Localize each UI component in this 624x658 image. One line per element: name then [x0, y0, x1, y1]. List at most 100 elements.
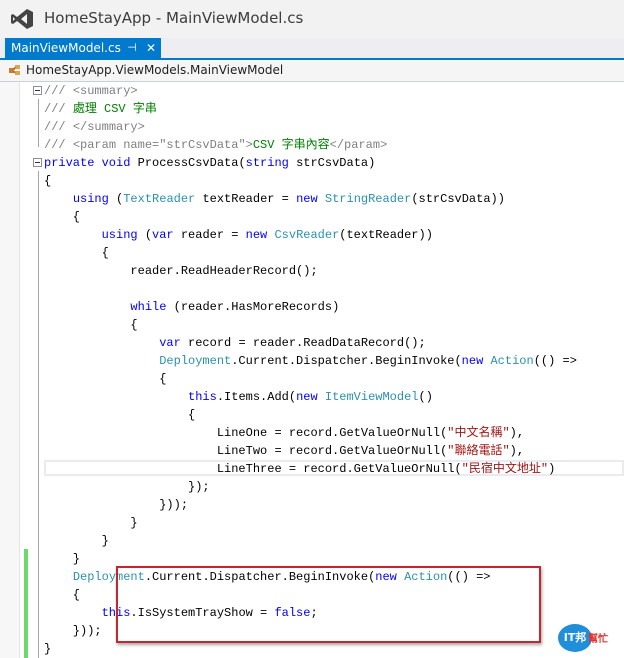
code-token: new: [461, 354, 491, 368]
code-token: {: [44, 246, 109, 260]
code-token: reader =: [180, 228, 246, 242]
code-token: CSV 字串內容: [252, 138, 330, 152]
code-token: (: [144, 228, 153, 242]
code-line[interactable]: /// 處理 CSV 字串: [44, 100, 157, 118]
code-token: {: [44, 318, 138, 332]
tab-mainviewmodel[interactable]: MainViewModel.cs ⊣ ✕: [5, 38, 161, 58]
code-line[interactable]: /// <summary>: [44, 82, 138, 100]
code-token: ),: [509, 444, 525, 458]
code-token: ItemViewModel: [324, 390, 419, 404]
code-token: new: [296, 192, 325, 206]
code-line[interactable]: Deployment.Current.Dispatcher.BeginInvok…: [44, 352, 577, 370]
code-token: "聯絡電話": [447, 444, 510, 458]
code-line[interactable]: }: [44, 514, 138, 532]
outline-guide: [38, 171, 39, 658]
code-token: var: [159, 336, 189, 350]
code-token: ///: [44, 120, 73, 134]
code-line[interactable]: /// </summary>: [44, 118, 145, 136]
visual-studio-logo-icon: [11, 9, 33, 29]
document-tab-strip: MainViewModel.cs ⊣ ✕: [0, 38, 624, 60]
code-token: }: [44, 642, 52, 656]
code-token: {: [44, 588, 81, 602]
code-token: {: [44, 408, 196, 422]
code-token: (reader.HasMoreRecords): [173, 300, 340, 314]
code-line[interactable]: {: [44, 316, 138, 334]
code-line[interactable]: LineThree = record.GetValueOrNull("民宿中文地…: [44, 460, 555, 478]
code-token: Action: [490, 354, 534, 368]
class-icon: [9, 65, 20, 75]
code-token: {: [44, 372, 167, 386]
code-token: "民宿中文地址": [461, 462, 549, 476]
title-bar: HomeStayApp - MainViewModel.cs: [0, 0, 624, 38]
ithome-watermark-logo: IT邦 幫忙: [556, 624, 618, 654]
code-token: LineThree = record.GetValueOrNull(: [44, 462, 462, 476]
code-line[interactable]: /// <param name="strCsvData">CSV 字串內容</p…: [44, 136, 387, 154]
code-token: }: [44, 552, 81, 566]
code-token: }: [44, 516, 138, 530]
code-line[interactable]: {: [44, 406, 195, 424]
code-token: <param name="strCsvData">: [72, 138, 253, 152]
window-title: HomeStayApp - MainViewModel.cs: [44, 9, 304, 27]
code-token: });: [44, 480, 210, 494]
code-token: (() =>: [533, 354, 577, 368]
code-line[interactable]: }: [44, 640, 51, 658]
code-token: (strCsvData)): [411, 192, 505, 206]
code-token: }: [44, 534, 109, 548]
code-token: ///: [44, 84, 73, 98]
outline-guide: [38, 99, 39, 147]
code-line[interactable]: });: [44, 478, 210, 496]
code-line[interactable]: using (var reader = new CsvReader(textRe…: [44, 226, 433, 244]
code-line[interactable]: }));: [44, 496, 188, 514]
code-token: (textReader)): [339, 228, 433, 242]
code-token: </summary>: [72, 120, 145, 134]
code-token: }));: [44, 624, 102, 638]
code-line[interactable]: reader.ReadHeaderRecord();: [44, 262, 318, 280]
code-line[interactable]: }: [44, 550, 80, 568]
code-line[interactable]: LineTwo = record.GetValueOrNull("聯絡電話"),: [44, 442, 524, 460]
code-token: while: [130, 300, 174, 314]
code-line[interactable]: {: [44, 244, 109, 262]
close-icon[interactable]: ✕: [144, 38, 158, 58]
navigation-bar[interactable]: HomeStayApp.ViewModels.MainViewModel: [0, 60, 624, 82]
code-line[interactable]: var record = reader.ReadDataRecord();: [44, 334, 426, 352]
code-token: var: [152, 228, 181, 242]
code-token: record = reader.ReadDataRecord();: [188, 336, 426, 350]
class-path-dropdown[interactable]: HomeStayApp.ViewModels.MainViewModel: [26, 63, 283, 77]
code-line[interactable]: {: [44, 208, 80, 226]
code-token: strCsvData): [296, 156, 376, 170]
code-line[interactable]: using (TextReader textReader = new Strin…: [44, 190, 505, 208]
editor-margin: [0, 82, 20, 658]
pin-icon[interactable]: ⊣: [125, 38, 139, 58]
code-token: new: [245, 228, 275, 242]
code-line[interactable]: }: [44, 532, 109, 550]
code-token: StringReader: [324, 192, 412, 206]
code-token: </param>: [329, 138, 388, 152]
code-line[interactable]: {: [44, 370, 166, 388]
code-token: private: [44, 156, 102, 170]
code-editor[interactable]: /// <summary>/// 處理 CSV 字串/// </summary>…: [0, 82, 624, 658]
code-line[interactable]: LineOne = record.GetValueOrNull("中文名稱"),: [44, 424, 524, 442]
code-line[interactable]: }));: [44, 622, 102, 640]
collapse-toggle[interactable]: [33, 158, 42, 167]
code-line[interactable]: private void ProcessCsvData(string strCs…: [44, 154, 375, 172]
code-token: textReader =: [202, 192, 297, 206]
code-token: string: [245, 156, 297, 170]
code-token: using: [72, 192, 117, 206]
code-token: "中文名稱": [447, 426, 510, 440]
code-token: reader.ReadHeaderRecord();: [44, 264, 318, 278]
code-line[interactable]: {: [44, 586, 80, 604]
code-line[interactable]: while (reader.HasMoreRecords): [44, 298, 339, 316]
code-line[interactable]: this.Items.Add(new ItemViewModel(): [44, 388, 433, 406]
code-token: void: [101, 156, 138, 170]
collapse-toggle[interactable]: [33, 86, 42, 95]
code-line[interactable]: {: [44, 172, 51, 190]
code-token: TextReader: [123, 192, 203, 206]
code-token: ProcessCsvData(: [137, 156, 246, 170]
